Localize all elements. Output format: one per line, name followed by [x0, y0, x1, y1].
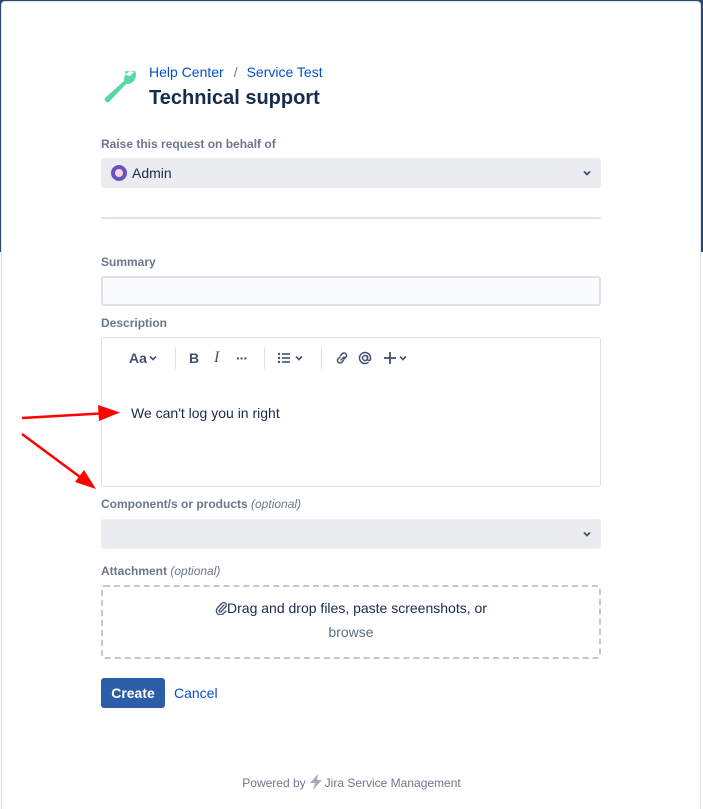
components-label-text: Component/s or products [101, 497, 248, 511]
description-editor[interactable]: Aa B I ··· We can't log you in right [101, 337, 601, 487]
link-icon[interactable] [334, 348, 350, 368]
portal-header: Help Center / Service Test Technical suppo… [101, 64, 601, 109]
attachment-label: Attachment (optional) [101, 564, 220, 578]
avatar [111, 165, 127, 181]
optional-tag: (optional) [251, 497, 302, 511]
description-label: Description [101, 316, 168, 330]
cancel-button[interactable]: Cancel [174, 684, 218, 702]
editor-toolbar: Aa B I ··· [102, 338, 600, 378]
page-title: Technical support [149, 87, 320, 109]
attachment-dropzone[interactable]: Drag and drop files, paste screenshots, … [101, 585, 601, 659]
chevron-down-icon [149, 355, 157, 361]
italic-icon[interactable]: I [214, 348, 219, 368]
attachment-label-text: Attachment [101, 564, 168, 578]
wrench-logo-icon [104, 71, 137, 103]
paperclip-icon [215, 601, 227, 616]
footer: Powered by Jira Service Management [0, 774, 703, 791]
components-label: Component/s or products (optional) [101, 497, 301, 511]
toolbar-separator [321, 347, 322, 369]
dropzone-prompt-text: Drag and drop files, paste screenshots, … [227, 600, 487, 616]
create-button[interactable]: Create [101, 678, 165, 708]
toolbar-separator [175, 347, 176, 369]
on-behalf-select[interactable]: Admin [101, 158, 601, 188]
more-icon[interactable]: ··· [236, 348, 248, 368]
text-style-button[interactable]: Aa [129, 348, 158, 368]
bold-icon[interactable]: B [189, 348, 199, 368]
on-behalf-value: Admin [132, 165, 172, 181]
product-name: Jira Service Management [324, 776, 461, 790]
jira-logo-icon [309, 774, 322, 790]
dropzone-prompt: Drag and drop files, paste screenshots, … [103, 600, 599, 616]
chevron-down-icon [583, 531, 591, 537]
summary-label: Summary [101, 255, 156, 269]
description-text: We can't log you in right [131, 405, 280, 421]
mention-icon[interactable] [357, 348, 373, 368]
breadcrumb: Help Center / Service Test [149, 64, 323, 80]
breadcrumb-separator: / [233, 64, 238, 80]
components-select[interactable] [101, 519, 601, 549]
optional-tag: (optional) [170, 564, 221, 578]
plus-icon[interactable] [382, 348, 412, 368]
summary-input[interactable] [101, 276, 601, 306]
breadcrumb-help-center[interactable]: Help Center [149, 64, 224, 80]
browse-link[interactable]: browse [103, 624, 599, 640]
divider [101, 217, 601, 219]
breadcrumb-service-test[interactable]: Service Test [247, 64, 323, 80]
bullet-list-icon[interactable] [277, 348, 307, 368]
toolbar-separator [264, 347, 265, 369]
powered-by-text: Powered by [242, 776, 306, 790]
chevron-down-icon [583, 170, 591, 176]
on-behalf-label: Raise this request on behalf of [101, 137, 276, 151]
